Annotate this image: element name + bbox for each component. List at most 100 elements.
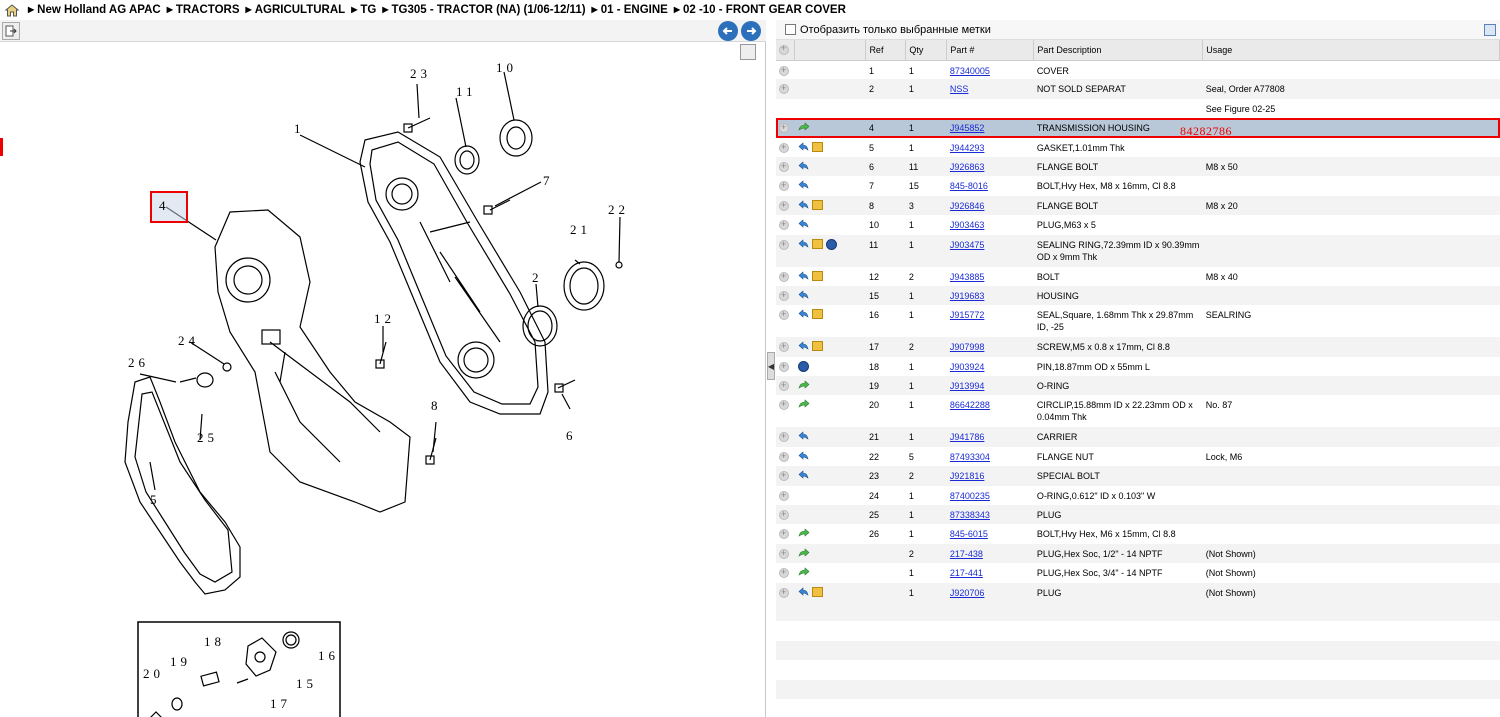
- row-expand-button[interactable]: [776, 138, 795, 157]
- blue-arrow-icon[interactable]: [798, 341, 809, 351]
- part-number-link[interactable]: NSS: [950, 84, 969, 94]
- box-icon[interactable]: [811, 270, 823, 281]
- part-number-link[interactable]: J943885: [950, 272, 985, 282]
- table-row[interactable]: 26 1 845-6015 BOLT,Hvy Hex, M6 x 15mm, Cl 8…: [776, 524, 1500, 543]
- breadcrumb-item[interactable]: TRACTORS: [167, 4, 240, 16]
- breadcrumb-item[interactable]: TG: [351, 4, 376, 16]
- row-expand-button[interactable]: [776, 215, 795, 234]
- table-row[interactable]: 1 J920706 PLUG (Not Shown): [776, 582, 1500, 602]
- table-row[interactable]: 10 1 J903463 PLUG,M63 x 5: [776, 215, 1500, 234]
- row-expand-button[interactable]: [776, 544, 795, 563]
- column-qty[interactable]: Qty: [905, 40, 948, 61]
- row-expand-button[interactable]: [776, 583, 795, 602]
- part-number-link[interactable]: 87400235: [950, 491, 990, 501]
- part-number-link[interactable]: J907998: [950, 342, 985, 352]
- table-row[interactable]: 22 5 87493304 FLANGE NUT Lock, M6: [776, 447, 1500, 466]
- row-expand-button[interactable]: [776, 563, 795, 582]
- row-expand-button[interactable]: [776, 337, 795, 356]
- table-row[interactable]: 25 1 87338343 PLUG: [776, 505, 1500, 525]
- box-icon[interactable]: [811, 239, 823, 250]
- part-number-link[interactable]: J926846: [950, 201, 985, 211]
- part-number-link[interactable]: 845-8016: [950, 181, 988, 191]
- row-expand-button[interactable]: [776, 235, 795, 267]
- table-row[interactable]: 12 2 J943885 BOLT M8 x 40: [776, 267, 1500, 286]
- list-view-icon[interactable]: [1484, 24, 1496, 36]
- table-row[interactable]: 2 1 NSS NOT SOLD SEPARAT Seal, Order A77808: [776, 79, 1500, 99]
- row-expand-button[interactable]: [776, 99, 795, 118]
- green-arrow-icon[interactable]: [798, 399, 810, 409]
- part-number-link[interactable]: J915772: [950, 310, 985, 320]
- column-part[interactable]: Part #: [946, 40, 1035, 61]
- blue-arrow-icon[interactable]: [798, 239, 809, 249]
- export-button[interactable]: [2, 22, 20, 40]
- box-icon[interactable]: [811, 341, 823, 352]
- row-expand-button[interactable]: [776, 118, 795, 137]
- part-number-link[interactable]: J903463: [950, 220, 985, 230]
- expand-all-button[interactable]: [776, 40, 796, 61]
- table-row[interactable]: 16 1 J915772 SEAL,Square, 1.68mm Thk x 29.8…: [776, 305, 1500, 337]
- table-row[interactable]: 23 2 J921816 SPECIAL BOLT: [776, 466, 1500, 486]
- part-number-link[interactable]: J920706: [950, 588, 985, 598]
- part-number-link[interactable]: J919683: [950, 291, 985, 301]
- blue-arrow-icon[interactable]: [798, 270, 809, 281]
- green-arrow-icon[interactable]: [798, 567, 810, 577]
- blue-arrow-icon[interactable]: [798, 431, 809, 441]
- row-expand-button[interactable]: [776, 286, 795, 305]
- globe-icon[interactable]: [797, 360, 809, 372]
- next-button[interactable]: [741, 21, 761, 41]
- column-description[interactable]: Part Description: [1033, 40, 1204, 61]
- row-expand-button[interactable]: [776, 395, 795, 427]
- green-arrow-icon[interactable]: [798, 548, 810, 558]
- blue-arrow-icon[interactable]: [798, 200, 809, 210]
- column-ref[interactable]: Ref: [865, 40, 907, 61]
- row-expand-button[interactable]: [776, 357, 795, 376]
- part-number-link[interactable]: 845-6015: [950, 529, 988, 539]
- blue-arrow-icon[interactable]: [798, 290, 809, 300]
- row-expand-button[interactable]: [776, 427, 795, 446]
- box-icon[interactable]: [811, 586, 823, 597]
- exploded-diagram[interactable]: 1 2 4 5 6 7 8 10 11 12 15 16 17 18 19 20…: [0, 42, 766, 717]
- part-number-link[interactable]: 86642288: [950, 400, 990, 410]
- part-number-link[interactable]: 217-441: [950, 568, 983, 578]
- table-row[interactable]: 6 11 J926863 FLANGE BOLT M8 x 50: [776, 156, 1500, 177]
- part-number-link[interactable]: J926863: [950, 162, 985, 172]
- part-number-link[interactable]: J941786: [950, 432, 985, 442]
- box-icon[interactable]: [811, 141, 823, 152]
- table-row[interactable]: 17 2 J907998 SCREW,M5 x 0.8 x 17mm, Cl 8.8: [776, 337, 1500, 357]
- table-row[interactable]: 5 1 J944293 GASKET,1.01mm Thk: [776, 138, 1500, 157]
- breadcrumb-item[interactable]: 02 -10 - FRONT GEAR COVER: [674, 4, 846, 16]
- row-expand-button[interactable]: [776, 157, 795, 176]
- blue-arrow-icon[interactable]: [798, 219, 809, 229]
- row-expand-button[interactable]: [776, 505, 795, 524]
- part-number-link[interactable]: J944293: [950, 143, 985, 153]
- blue-arrow-icon[interactable]: [798, 470, 809, 480]
- row-expand-button[interactable]: [776, 176, 795, 195]
- part-number-link[interactable]: J903475: [950, 240, 985, 250]
- row-expand-button[interactable]: [776, 79, 795, 98]
- table-row[interactable]: 2 217-438 PLUG,Hex Soc, 1/2" - 14 NPTF (Not…: [776, 543, 1500, 564]
- green-arrow-icon[interactable]: [798, 380, 810, 390]
- part-number-link[interactable]: J921816: [950, 471, 985, 481]
- part-number-link[interactable]: J913994: [950, 381, 985, 391]
- row-expand-button[interactable]: [776, 196, 795, 215]
- table-row[interactable]: 4 1 J945852 TRANSMISSION HOUSING: [776, 118, 1500, 138]
- home-icon[interactable]: [4, 3, 20, 17]
- column-usage[interactable]: Usage: [1202, 40, 1500, 61]
- blue-arrow-icon[interactable]: [798, 141, 809, 152]
- blue-arrow-icon[interactable]: [798, 586, 809, 597]
- table-row[interactable]: 21 1 J941786 CARRIER: [776, 427, 1500, 447]
- table-row[interactable]: 1 1 87340005 COVER: [776, 60, 1500, 79]
- part-number-link[interactable]: J903924: [950, 362, 985, 372]
- part-number-link[interactable]: 87493304: [950, 452, 990, 462]
- breadcrumb-item[interactable]: TG305 - TRACTOR (NA) (1/06-12/11): [382, 4, 585, 16]
- blue-arrow-icon[interactable]: [798, 161, 809, 171]
- table-row[interactable]: 20 1 86642288 CIRCLIP,15.88mm ID x 22.23mm …: [776, 395, 1500, 427]
- show-selected-checkbox[interactable]: [785, 24, 796, 35]
- table-row[interactable]: 111J903475SEALING RING,72.39mm ID x 90.3…: [776, 234, 1500, 267]
- breadcrumb-item[interactable]: New Holland AG APAC: [28, 4, 161, 16]
- blue-arrow-icon[interactable]: [798, 180, 809, 190]
- row-expand-button[interactable]: [776, 305, 795, 337]
- row-expand-button[interactable]: [776, 267, 795, 286]
- blue-arrow-icon[interactable]: [798, 451, 809, 461]
- part-number-link[interactable]: 87338343: [950, 510, 990, 520]
